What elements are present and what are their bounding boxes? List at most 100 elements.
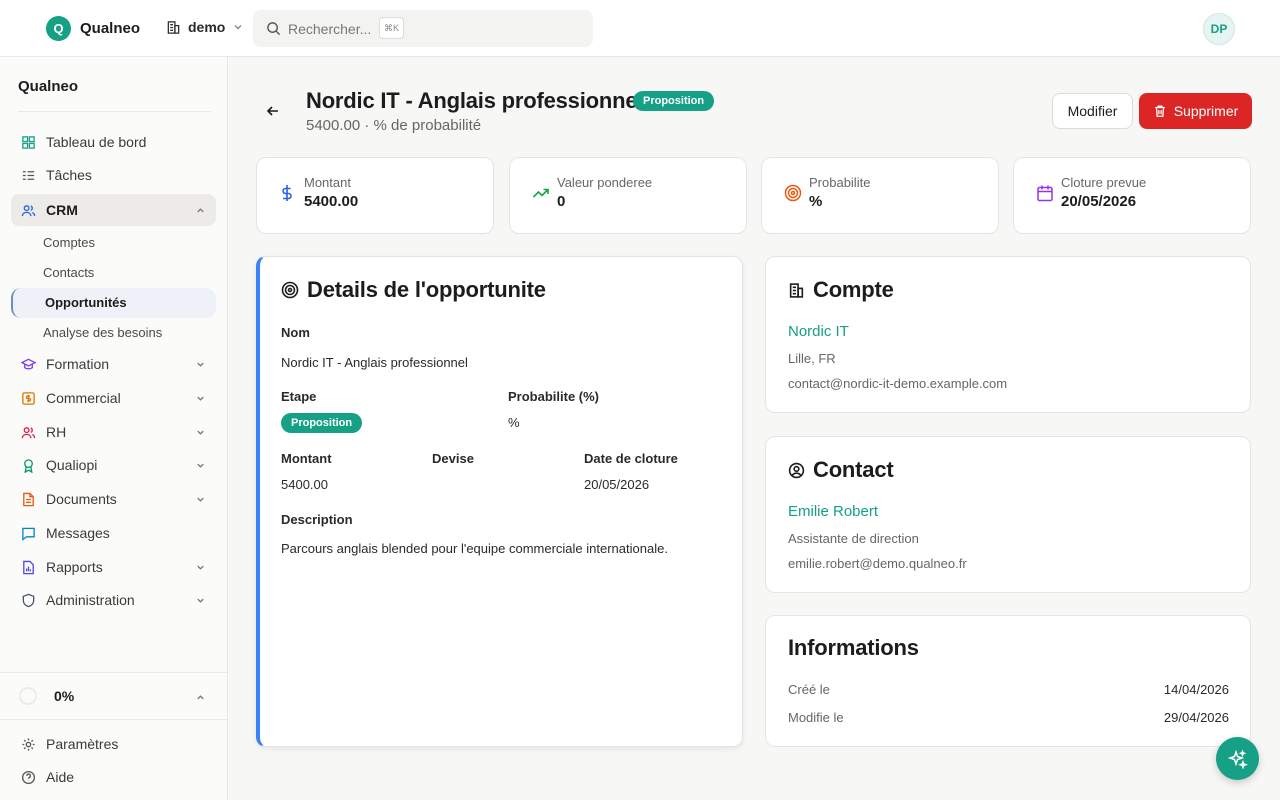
message-icon (21, 526, 36, 541)
field-value-date: 20/05/2026 (584, 477, 650, 492)
sidebar-sub-contacts[interactable]: Contacts (43, 265, 94, 280)
contact-role: Assistante de direction (788, 531, 919, 546)
sidebar-item-aide[interactable]: Aide (11, 761, 216, 793)
compte-card: Compte Nordic IT Lille, FR contact@nordi… (765, 256, 1251, 413)
building-icon (788, 282, 805, 299)
back-button[interactable] (265, 103, 281, 119)
app-name[interactable]: Qualneo (80, 20, 140, 37)
shield-icon (21, 593, 36, 608)
sidebar-item-rapports[interactable]: Rapports (11, 551, 216, 583)
details-title: Details de l'opportunite (307, 277, 546, 302)
stat-card-montant: Montant 5400.00 (256, 157, 494, 234)
divider (18, 111, 211, 112)
field-value-etape: Proposition (281, 413, 363, 433)
chevron-down-icon (195, 427, 206, 438)
onboarding-progress[interactable]: 0% (11, 679, 216, 713)
sidebar-item-administration[interactable]: Administration (11, 584, 216, 616)
stat-value: 0 (557, 193, 566, 210)
sidebar-sub-opportunites[interactable]: Opportunités (11, 288, 216, 318)
compte-location: Lille, FR (788, 351, 836, 366)
compte-email: contact@nordic-it-demo.example.com (788, 376, 1008, 391)
stat-value: % (809, 193, 823, 210)
sidebar-item-label: Administration (46, 592, 135, 608)
sidebar-item-rh[interactable]: RH (11, 416, 216, 448)
progress-value: 0% (54, 688, 75, 704)
sidebar-item-tasks[interactable]: Tâches (11, 159, 216, 191)
field-value-probabilite: % (508, 415, 520, 430)
divider (0, 719, 227, 720)
sidebar-item-label: Tâches (46, 167, 92, 183)
graduation-icon (21, 357, 36, 372)
user-circle-icon (788, 462, 805, 479)
sidebar-item-label: Documents (46, 491, 117, 507)
sidebar-sub-comptes[interactable]: Comptes (43, 235, 95, 250)
search-icon (266, 21, 281, 36)
stat-label: Montant (304, 175, 351, 190)
gear-icon (21, 737, 36, 752)
delete-label: Supprimer (1173, 103, 1239, 119)
sidebar-item-documents[interactable]: Documents (11, 483, 216, 515)
delete-button[interactable]: Supprimer (1139, 93, 1252, 129)
chevron-up-icon (195, 692, 206, 703)
user-avatar[interactable]: DP (1203, 13, 1235, 45)
sidebar-item-qualiopi[interactable]: Qualiopi (11, 449, 216, 481)
sidebar-item-messages[interactable]: Messages (11, 517, 216, 549)
document-icon (21, 492, 36, 507)
sidebar-item-formation[interactable]: Formation (11, 348, 216, 380)
sidebar-item-label: Tableau de bord (46, 134, 147, 150)
search-input[interactable] (288, 20, 378, 37)
stat-label: Cloture prevue (1061, 175, 1147, 190)
details-card: Details de l'opportunite Nom Nordic IT -… (256, 256, 743, 747)
compte-link[interactable]: Nordic IT (788, 323, 849, 340)
field-label-etape: Etape (281, 389, 317, 404)
trending-up-icon (532, 184, 550, 202)
search-box[interactable]: ⌘K (253, 10, 593, 47)
dashboard-icon (21, 135, 36, 150)
sidebar-item-label: Paramètres (46, 736, 119, 752)
chevron-down-icon (195, 562, 206, 573)
sidebar: Qualneo Tableau de bord Tâches CRM Compt… (0, 57, 228, 800)
field-value-montant: 5400.00 (281, 477, 328, 492)
chevron-down-icon (232, 21, 244, 33)
stage-badge: Proposition (633, 91, 715, 111)
stat-card-cloture: Cloture prevue 20/05/2026 (1013, 157, 1251, 234)
workspace-switcher[interactable]: demo (166, 19, 244, 35)
field-value-nom: Nordic IT - Anglais professionnel (281, 355, 468, 370)
sidebar-item-commercial[interactable]: Commercial (11, 382, 216, 414)
field-value-description: Parcours anglais blended pour l'equipe c… (281, 541, 668, 556)
info-value: 29/04/2026 (1163, 710, 1229, 725)
sidebar-item-label: Formation (46, 356, 110, 372)
sidebar-item-label: RH (46, 424, 67, 440)
contact-link[interactable]: Emilie Robert (788, 503, 878, 520)
sidebar-item-label: Commercial (46, 390, 121, 406)
sidebar-item-parametres[interactable]: Paramètres (11, 728, 216, 760)
contact-heading: Contact (788, 457, 894, 483)
sidebar-item-label: Messages (46, 525, 110, 541)
ai-assistant-button[interactable] (1216, 737, 1259, 780)
sidebar-item-dashboard[interactable]: Tableau de bord (11, 126, 216, 158)
tasks-icon (21, 168, 36, 183)
sidebar-sub-label: Opportunités (45, 295, 127, 310)
users-icon (21, 203, 36, 218)
field-label-nom: Nom (281, 325, 310, 340)
stat-card-probabilite: Probabilite % (761, 157, 999, 234)
chevron-down-icon (195, 494, 206, 505)
help-icon (21, 770, 36, 785)
sidebar-sub-analyse[interactable]: Analyse des besoins (43, 325, 162, 340)
search-shortcut: ⌘K (379, 17, 405, 39)
contact-card: Contact Emilie Robert Assistante de dire… (765, 436, 1251, 593)
informations-card: Informations Créé le 14/04/2026 Modifie … (765, 615, 1251, 747)
field-label-date: Date de cloture (584, 451, 678, 466)
calendar-icon (1036, 184, 1054, 202)
trash-icon (1153, 104, 1167, 118)
sidebar-item-crm[interactable]: CRM (11, 194, 216, 226)
app-logo[interactable]: Q (46, 16, 71, 41)
stat-value: 20/05/2026 (1061, 193, 1137, 210)
edit-button[interactable]: Modifier (1052, 93, 1133, 129)
dollar-icon (279, 184, 295, 202)
field-label-probabilite: Probabilite (%) (508, 389, 600, 404)
page-title: Nordic IT - Anglais professionnel (306, 88, 644, 113)
target-icon (784, 184, 802, 202)
sidebar-item-label: CRM (46, 202, 78, 218)
details-heading: Details de l'opportunite (281, 277, 546, 303)
